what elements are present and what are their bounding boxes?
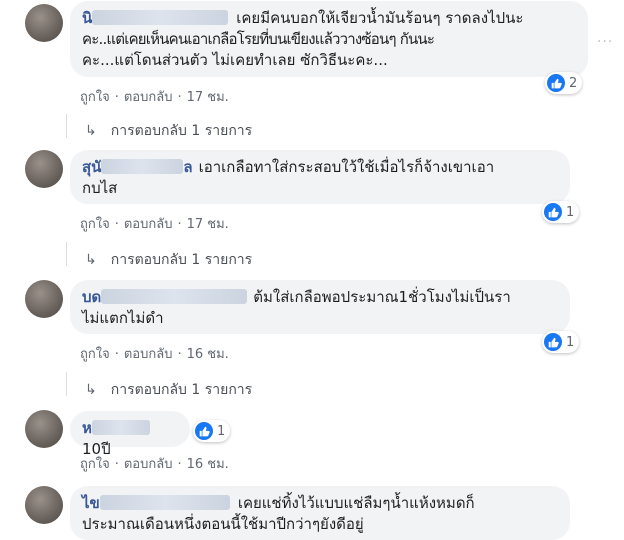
more-options-icon[interactable]: ··· <box>597 34 613 50</box>
comment-bubble: บด ต้มใส่เกลือพอประมาณ1ชั่วโมงไม่เป็นรา ไ… <box>70 280 570 334</box>
redacted-name <box>92 10 229 25</box>
timestamp[interactable]: 16 ชม. <box>187 457 229 472</box>
commenter-name[interactable]: บด <box>82 288 101 306</box>
avatar[interactable] <box>25 280 63 318</box>
thread-line <box>66 372 67 396</box>
reaction-badge[interactable]: 1 <box>542 331 580 353</box>
redacted-name <box>101 289 248 304</box>
reply-link[interactable]: ตอบกลับ <box>124 90 173 105</box>
commenter-name[interactable]: สุนั <box>82 158 101 176</box>
thread-line <box>66 114 67 138</box>
comment-text-line-1: เคยแช่ทิ้งไว้แบบแช่ลืมๆน้ำแห้งหมดก็ <box>237 494 475 512</box>
reaction-badge[interactable]: 2 <box>545 72 583 94</box>
replies-count-label: การตอบกลับ 1 รายการ <box>110 382 253 398</box>
avatar[interactable] <box>25 4 63 42</box>
view-replies-link[interactable]: ↳ การตอบกลับ 1 รายการ <box>85 379 252 401</box>
comment-text-line-2: ประมาณเดือนหนึ่งตอนนี้ใช้มาปีกว่าๆยังดีอ… <box>82 515 364 533</box>
commenter-name[interactable]: นิ <box>82 9 92 27</box>
comment-text-line-1: เอาเกลือทาใส่กระสอบใว้ใช้เมื่อไรก็จ้างเข… <box>198 158 495 176</box>
timestamp[interactable]: 17 ชม. <box>187 217 229 232</box>
thread-line <box>66 242 67 266</box>
view-replies-link[interactable]: ↳ การตอบกลับ 1 รายการ <box>85 120 252 142</box>
reaction-count: 1 <box>217 423 226 439</box>
reply-link[interactable]: ตอบกลับ <box>124 457 173 472</box>
reply-arrow-icon: ↳ <box>85 252 97 268</box>
comment-text-line-2: คะ..แต่เคยเห็นคนเอาเกลือโรยที่บนเขียงแล้… <box>82 30 435 48</box>
avatar[interactable] <box>25 486 63 524</box>
reaction-count: 1 <box>566 334 575 350</box>
reaction-badge[interactable]: 1 <box>542 201 580 223</box>
commenter-name-tail: ล <box>183 158 193 176</box>
view-replies-link[interactable]: ↳ การตอบกลับ 1 รายการ <box>85 249 252 271</box>
comment-bubble: สุนั ล เอาเกลือทาใส่กระสอบใว้ใช้เมื่อไรก็จ… <box>70 150 570 204</box>
avatar[interactable] <box>25 410 63 448</box>
comment-actions: ถูกใจ · ตอบกลับ · 16 ชม. <box>80 347 229 362</box>
reply-link[interactable]: ตอบกลับ <box>124 217 173 232</box>
replies-count-label: การตอบกลับ 1 รายการ <box>110 252 253 268</box>
comment-bubble: ไข เคยแช่ทิ้งไว้แบบแช่ลืมๆน้ำแห้งหมดก็ ปร… <box>70 486 570 540</box>
comment-text-line-2: ไม่แตกไม่ดำ <box>82 309 164 327</box>
like-thumb-icon <box>544 203 562 221</box>
comment-actions: ถูกใจ · ตอบกลับ · 17 ชม. <box>80 90 229 105</box>
commenter-name[interactable]: ไข <box>82 494 100 512</box>
comment-actions: ถูกใจ · ตอบกลับ · 16 ชม. <box>80 457 229 472</box>
comment-bubble: ห10ปี <box>70 411 190 458</box>
comment-text-line-3: คะ...แต่โดนส่วนตัว ไม่เคยทำเลย ซักวิธีนะ… <box>82 51 388 69</box>
like-thumb-icon <box>544 333 562 351</box>
reaction-count: 1 <box>566 204 575 220</box>
timestamp[interactable]: 17 ชม. <box>187 90 229 105</box>
commenter-name[interactable]: ห <box>82 419 92 437</box>
comment-bubble: นิ เคยมีคนบอกให้เจียวน้ำมันร้อนๆ ราดลงไปน… <box>70 1 588 77</box>
timestamp[interactable]: 16 ชม. <box>187 347 229 362</box>
like-link[interactable]: ถูกใจ <box>80 347 110 362</box>
reply-link[interactable]: ตอบกลับ <box>124 347 173 362</box>
like-link[interactable]: ถูกใจ <box>80 217 110 232</box>
comment-text-line-1: ต้มใส่เกลือพอประมาณ1ชั่วโมงไม่เป็นรา <box>253 288 511 306</box>
reaction-badge[interactable]: 1 <box>193 420 231 442</box>
redacted-name <box>101 159 184 174</box>
like-link[interactable]: ถูกใจ <box>80 457 110 472</box>
reaction-count: 2 <box>569 75 578 91</box>
comment-actions: ถูกใจ · ตอบกลับ · 17 ชม. <box>80 217 229 232</box>
like-link[interactable]: ถูกใจ <box>80 90 110 105</box>
like-thumb-icon <box>547 74 565 92</box>
avatar[interactable] <box>25 150 63 188</box>
reply-arrow-icon: ↳ <box>85 123 97 139</box>
replies-count-label: การตอบกลับ 1 รายการ <box>110 123 253 139</box>
like-thumb-icon <box>195 422 213 440</box>
reply-arrow-icon: ↳ <box>85 382 97 398</box>
redacted-name <box>99 495 230 510</box>
comment-text-line-1: เคยมีคนบอกให้เจียวน้ำมันร้อนๆ ราดลงไปนะ <box>236 9 524 27</box>
redacted-name <box>91 420 150 435</box>
comment-text-line-2: กบไส <box>82 179 118 197</box>
